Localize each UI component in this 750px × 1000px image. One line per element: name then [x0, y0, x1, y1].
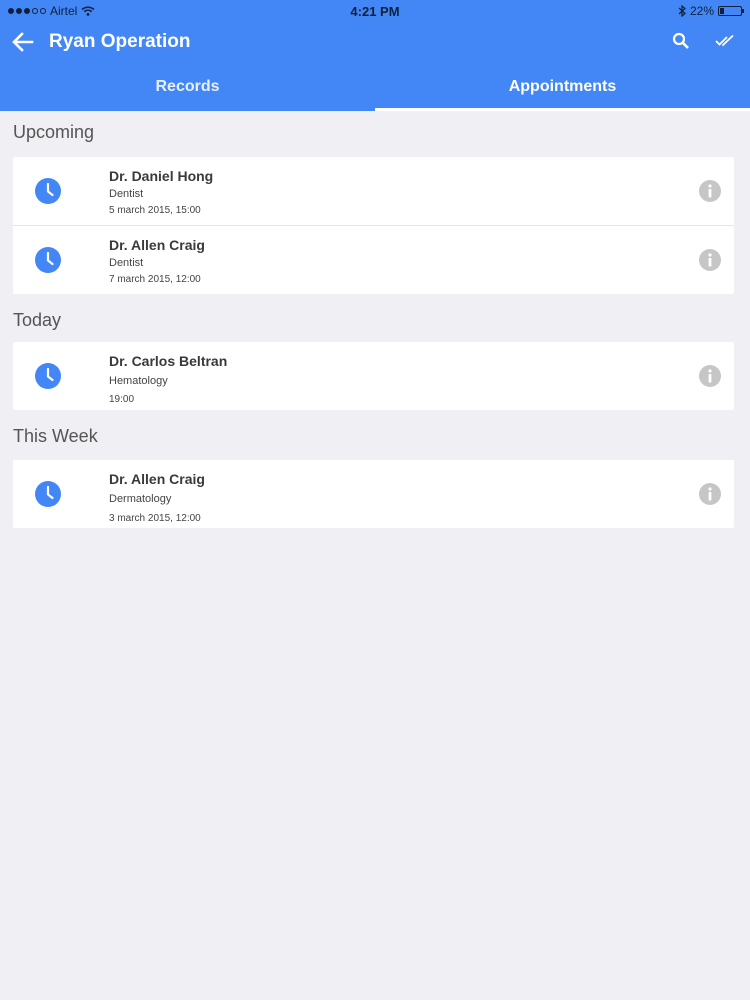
signal-icon — [8, 8, 46, 14]
tab-appointments[interactable]: Appointments — [375, 63, 750, 111]
mark-all-read-button[interactable] — [712, 28, 738, 54]
tab-label: Appointments — [508, 78, 617, 95]
search-button[interactable] — [668, 28, 694, 54]
arrow-left-icon — [12, 32, 34, 52]
appointment-row[interactable]: Dr. Allen Craig Dermatology 3 march 2015… — [13, 460, 734, 528]
doctor-name: Dr. Daniel Hong — [109, 168, 214, 184]
app-bar: Ryan Operation — [0, 22, 750, 62]
clock-icon — [35, 247, 61, 273]
info-icon[interactable] — [699, 365, 721, 387]
appointment-details: Dr. Allen Craig Dentist 7 march 2015, 12… — [109, 236, 205, 286]
appointment-details: Dr. Daniel Hong Dentist 5 march 2015, 15… — [109, 167, 213, 217]
app: Airtel 4:21 PM 22% Ryan Operation Record… — [0, 0, 750, 1000]
search-icon — [672, 32, 689, 49]
specialty: Hematology — [109, 375, 168, 387]
wifi-icon — [81, 6, 95, 16]
doctor-name: Dr. Carlos Beltran — [109, 353, 228, 369]
bluetooth-icon — [678, 5, 686, 17]
doctor-name: Dr. Allen Craig — [109, 471, 205, 487]
doctor-name: Dr. Allen Craig — [109, 237, 205, 253]
status-right: 22% — [678, 4, 744, 18]
clock-icon — [35, 363, 61, 389]
info-icon[interactable] — [699, 483, 721, 505]
appointment-row[interactable]: Dr. Carlos Beltran Hematology 19:00 — [13, 342, 734, 410]
appointment-details: Dr. Allen Craig Dermatology 3 march 2015… — [109, 470, 205, 525]
page-title: Ryan Operation — [49, 31, 191, 52]
status-time: 4:21 PM — [350, 3, 400, 19]
info-icon[interactable] — [699, 180, 721, 202]
specialty: Dentist — [109, 188, 144, 200]
appointment-row[interactable]: Dr. Daniel Hong Dentist 5 march 2015, 15… — [13, 157, 734, 225]
status-left: Airtel — [8, 4, 95, 18]
tab-bar: Records Appointments — [0, 63, 750, 111]
app-bar-actions — [668, 28, 738, 54]
section-header-this-week: This Week — [13, 426, 98, 446]
appointment-row[interactable]: Dr. Allen Craig Dentist 7 march 2015, 12… — [13, 225, 734, 294]
info-icon[interactable] — [699, 249, 721, 271]
clock-icon — [35, 481, 61, 507]
top-bar: Airtel 4:21 PM 22% Ryan Operation Record… — [0, 0, 750, 111]
battery-percent: 22% — [689, 4, 714, 18]
double-check-icon — [715, 34, 734, 47]
battery-fill — [720, 8, 725, 14]
section-header-upcoming: Upcoming — [13, 122, 95, 142]
carrier-label: Airtel — [50, 4, 78, 18]
appointment-time: 7 march 2015, 12:00 — [109, 274, 201, 285]
appointment-details: Dr. Carlos Beltran Hematology 19:00 — [109, 352, 227, 406]
tab-label: Records — [155, 78, 220, 95]
appointments-card-this-week: Dr. Allen Craig Dermatology 3 march 2015… — [13, 460, 734, 528]
appointment-time: 3 march 2015, 12:00 — [109, 513, 201, 524]
clock-icon — [35, 178, 61, 204]
specialty: Dermatology — [109, 493, 172, 505]
appointment-time: 5 march 2015, 15:00 — [109, 205, 201, 216]
specialty: Dentist — [109, 257, 144, 269]
appointments-card-today: Dr. Carlos Beltran Hematology 19:00 — [13, 342, 734, 410]
status-bar: Airtel 4:21 PM 22% — [0, 0, 750, 22]
battery-icon — [718, 6, 744, 16]
back-button[interactable] — [10, 29, 36, 55]
tab-records[interactable]: Records — [0, 63, 375, 111]
section-header-today: Today — [13, 310, 62, 330]
appointment-time: 19:00 — [109, 394, 135, 405]
appointments-card-upcoming: Dr. Daniel Hong Dentist 5 march 2015, 15… — [13, 157, 734, 294]
